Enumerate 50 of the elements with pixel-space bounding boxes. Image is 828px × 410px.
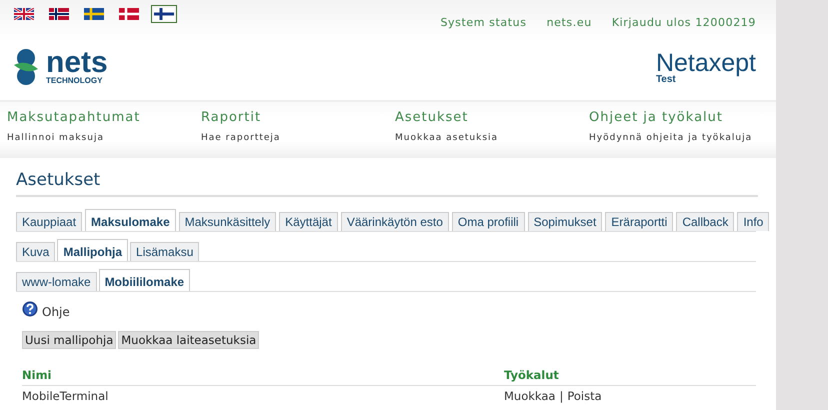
header-link[interactable]: Kirjaudu ulos 12000219 (612, 16, 756, 37)
row-action-link[interactable]: Poista (567, 389, 602, 403)
tab[interactable]: Callback (676, 212, 734, 231)
product-name: Netaxept (656, 51, 756, 75)
flag-icon (49, 8, 69, 20)
action-button[interactable]: Muokkaa laiteasetuksia (118, 331, 260, 349)
flag-icon (84, 8, 104, 20)
header-link[interactable]: nets.eu (546, 16, 592, 37)
flag-button[interactable] (46, 5, 72, 23)
help-icon[interactable] (22, 301, 38, 317)
nav-description: Muokkaa asetuksia (395, 133, 500, 143)
row-action-link[interactable]: Muokkaa (504, 389, 556, 403)
help-link[interactable]: Ohje (42, 299, 70, 319)
nav-link[interactable]: Maksutapahtumat (7, 110, 201, 125)
page-title: Asetukset (16, 170, 758, 197)
tab[interactable]: Lisämaksu (130, 242, 200, 261)
tab[interactable]: Info (737, 212, 770, 231)
environment-label: Test (656, 75, 676, 85)
tab[interactable]: Sopimukset (528, 212, 602, 231)
flag-button[interactable] (11, 5, 37, 23)
nav-description: Hallinnoi maksuja (7, 133, 105, 143)
tab[interactable]: Mallipohja (57, 239, 128, 261)
tab[interactable]: Maksulomake (85, 209, 176, 231)
flag-icon (14, 8, 34, 20)
nav-description: Hyödynnä ohjeita ja työkaluja (589, 133, 754, 143)
column-header: Nimi (22, 368, 52, 382)
nav-description: Hae raportteja (201, 133, 282, 143)
table-cell-text: MobileTerminal (22, 389, 110, 403)
flag-icon (154, 8, 174, 20)
logo-subtitle: TECHNOLOGY (46, 76, 104, 84)
tab[interactable]: Oma profiili (452, 212, 525, 231)
tab[interactable]: Eräraportti (605, 212, 674, 231)
flag-button[interactable] (151, 5, 177, 23)
flag-button[interactable] (81, 5, 107, 23)
tab[interactable]: Käyttäjät (279, 212, 338, 231)
action-button[interactable]: Uusi mallipohja (22, 331, 116, 349)
tab[interactable]: www-lomake (16, 272, 97, 291)
tab[interactable]: Kauppiaat (16, 212, 82, 231)
header-link[interactable]: System status (440, 16, 527, 37)
tab[interactable]: Maksunkäsittely (178, 212, 276, 231)
nav-link[interactable]: Raportit (201, 110, 395, 125)
flag-icon (119, 8, 139, 20)
tab[interactable]: Väärinkäytön esto (340, 212, 449, 231)
column-header: Työkalut (504, 368, 560, 382)
nav-link[interactable]: Asetukset (395, 110, 589, 125)
tab[interactable]: Kuva (16, 242, 56, 261)
logo-wordmark: nets (46, 50, 108, 76)
tab[interactable]: Mobiililomake (98, 269, 190, 291)
nav-link[interactable]: Ohjeet ja työkalut (589, 110, 783, 125)
separator: | (559, 389, 564, 403)
